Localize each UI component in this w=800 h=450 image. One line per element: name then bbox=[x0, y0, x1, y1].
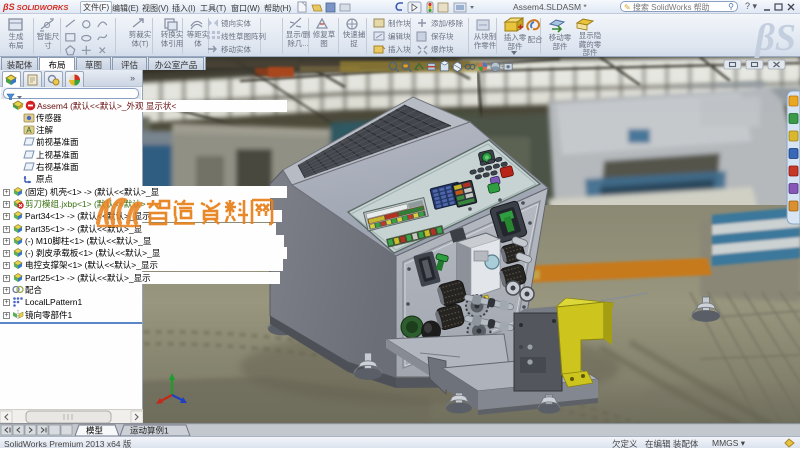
svg-text:A: A bbox=[26, 126, 32, 135]
svg-text:模型: 模型 bbox=[86, 426, 104, 436]
svg-text:运动算例1: 运动算例1 bbox=[130, 426, 169, 436]
